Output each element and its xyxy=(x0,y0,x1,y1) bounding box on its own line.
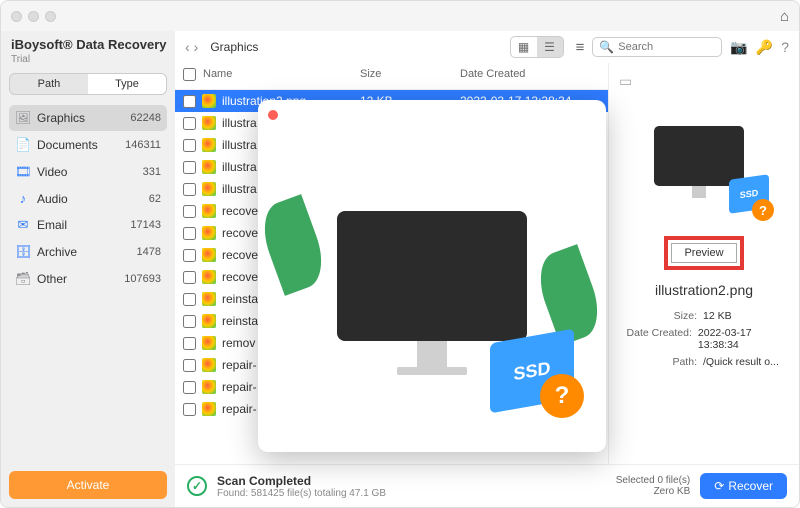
meta-row: Path:/Quick result o... xyxy=(619,356,789,368)
question-icon: ? xyxy=(752,199,774,221)
row-checkbox[interactable] xyxy=(183,403,196,416)
row-checkbox[interactable] xyxy=(183,337,196,350)
camera-icon[interactable]: 📷 xyxy=(730,39,747,56)
preview-image: SSD ? xyxy=(258,100,606,452)
status-detail: Found: 581425 file(s) totaling 47.1 GB xyxy=(217,488,606,499)
preview-button[interactable]: Preview xyxy=(671,243,736,263)
sidebar-item-audio[interactable]: ♪Audio62 xyxy=(9,186,167,211)
seg-path[interactable]: Path xyxy=(10,74,88,94)
sidebar-item-documents[interactable]: 📄Documents146311 xyxy=(9,132,167,158)
category-icon: 🗄 xyxy=(15,244,31,260)
grid-view-icon[interactable]: ▦ xyxy=(511,37,537,57)
check-icon: ✓ xyxy=(187,476,207,496)
status-title: Scan Completed xyxy=(217,474,606,488)
category-icon: 🖼 xyxy=(15,110,31,126)
sidebar: iBoysoft® Data Recovery Trial Path Type … xyxy=(1,31,175,507)
file-icon xyxy=(202,94,216,108)
column-headers: Name Size Date Created xyxy=(175,63,608,90)
file-icon xyxy=(202,402,216,416)
sidebar-toggle-icon[interactable]: ▭ xyxy=(619,73,632,90)
activate-button[interactable]: Activate xyxy=(9,471,167,499)
recover-button[interactable]: ⟳ Recover xyxy=(700,473,787,499)
col-name[interactable]: Name xyxy=(203,68,360,84)
sidebar-item-other[interactable]: 🗃Other107693 xyxy=(9,266,167,292)
file-icon xyxy=(202,116,216,130)
row-checkbox[interactable] xyxy=(183,249,196,262)
file-icon xyxy=(202,204,216,218)
selected-size: Zero KB xyxy=(616,486,690,497)
preview-filename: illustration2.png xyxy=(655,282,753,298)
key-icon[interactable]: 🔑 xyxy=(756,39,773,56)
home-icon[interactable]: ⌂ xyxy=(780,8,789,25)
search-icon: 🔍 xyxy=(599,40,614,54)
app-subtitle: Trial xyxy=(11,54,167,65)
file-icon xyxy=(202,248,216,262)
file-icon xyxy=(202,138,216,152)
row-checkbox[interactable] xyxy=(183,227,196,240)
row-checkbox[interactable] xyxy=(183,293,196,306)
meta-row: Date Created:2022-03-17 13:38:34 xyxy=(619,327,789,351)
row-checkbox[interactable] xyxy=(183,359,196,372)
select-all-checkbox[interactable] xyxy=(183,68,196,81)
sidebar-item-video[interactable]: 🎞Video331 xyxy=(9,159,167,185)
refresh-icon: ⟳ xyxy=(714,479,724,493)
file-icon xyxy=(202,182,216,196)
col-date[interactable]: Date Created xyxy=(460,68,600,84)
row-checkbox[interactable] xyxy=(183,271,196,284)
file-icon xyxy=(202,380,216,394)
seg-type[interactable]: Type xyxy=(88,74,166,94)
category-icon: 🎞 xyxy=(15,164,31,180)
view-segmented[interactable]: Path Type xyxy=(9,73,167,95)
row-checkbox[interactable] xyxy=(183,95,196,108)
file-icon xyxy=(202,270,216,284)
file-icon xyxy=(202,160,216,174)
row-checkbox[interactable] xyxy=(183,381,196,394)
nav-back-icon[interactable]: ‹ xyxy=(185,39,190,55)
meta-row: Size:12 KB xyxy=(619,310,789,322)
sidebar-item-archive[interactable]: 🗄Archive1478 xyxy=(9,239,167,265)
category-icon: ♪ xyxy=(15,191,31,206)
file-icon xyxy=(202,336,216,350)
search-input[interactable] xyxy=(618,41,715,53)
status-bar: ✓ Scan Completed Found: 581425 file(s) t… xyxy=(175,464,799,507)
nav-forward-icon[interactable]: › xyxy=(194,39,199,55)
filter-icon[interactable]: ≡ xyxy=(576,39,585,56)
file-icon xyxy=(202,292,216,306)
category-icon: ✉ xyxy=(15,217,31,233)
question-icon: ? xyxy=(540,374,584,418)
file-icon xyxy=(202,226,216,240)
row-checkbox[interactable] xyxy=(183,139,196,152)
category-icon: 🗃 xyxy=(15,271,31,287)
col-size[interactable]: Size xyxy=(360,68,460,84)
sidebar-item-graphics[interactable]: 🖼Graphics62248 xyxy=(9,105,167,131)
preview-thumbnail: SSD ? xyxy=(644,126,764,216)
app-title: iBoysoft® Data Recovery xyxy=(11,37,167,52)
file-icon xyxy=(202,314,216,328)
file-icon xyxy=(202,358,216,372)
row-checkbox[interactable] xyxy=(183,161,196,174)
row-checkbox[interactable] xyxy=(183,205,196,218)
selected-count: Selected 0 file(s) xyxy=(616,475,690,486)
preview-button-highlight: Preview xyxy=(664,236,743,270)
toolbar: ‹ › Graphics ▦ ☰ ≡ 🔍 📷 🔑 ? xyxy=(175,31,799,63)
row-checkbox[interactable] xyxy=(183,315,196,328)
category-icon: 📄 xyxy=(15,137,31,153)
search-box[interactable]: 🔍 xyxy=(592,37,722,57)
row-checkbox[interactable] xyxy=(183,117,196,130)
preview-popover[interactable]: SSD ? xyxy=(258,100,606,452)
row-checkbox[interactable] xyxy=(183,183,196,196)
titlebar: ⌂ xyxy=(1,1,799,31)
window-controls[interactable] xyxy=(11,11,56,22)
sidebar-item-email[interactable]: ✉Email17143 xyxy=(9,212,167,238)
list-view-icon[interactable]: ☰ xyxy=(537,37,563,57)
breadcrumb: Graphics xyxy=(210,40,258,54)
preview-pane: ▭ SSD ? Preview illustration2.png Size:1… xyxy=(609,63,799,464)
help-icon[interactable]: ? xyxy=(781,39,789,55)
